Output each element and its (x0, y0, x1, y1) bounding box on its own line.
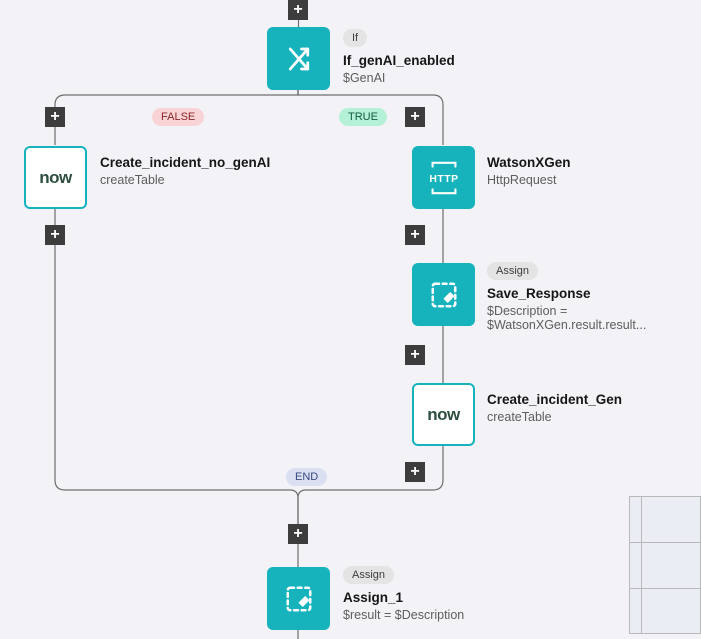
if-node-tag: If (343, 29, 367, 47)
assign-icon (412, 263, 475, 326)
servicenow-icon: now (24, 146, 87, 209)
http-icon: HTTP (412, 146, 475, 209)
add-node-after-watson[interactable]: + (405, 225, 425, 245)
create-incident-gen-info: Create_incident_Gen createTable (487, 390, 622, 424)
watsonxgen-title: WatsonXGen (487, 155, 571, 170)
false-label: FALSE (152, 108, 204, 126)
svg-text:HTTP: HTTP (429, 173, 458, 184)
save-response-title: Save_Response (487, 286, 701, 301)
save-response-node[interactable] (412, 263, 475, 326)
save-response-tag: Assign (487, 262, 538, 280)
create-incident-gen-node[interactable]: now (412, 383, 475, 446)
add-node-top[interactable]: + (288, 0, 308, 20)
if-node[interactable] (267, 27, 330, 90)
save-response-sub: $Description = $WatsonXGen.result.result… (487, 304, 701, 332)
branch-icon (267, 27, 330, 90)
minimap[interactable] (629, 496, 701, 634)
watsonxgen-node[interactable]: HTTP (412, 146, 475, 209)
true-label: TRUE (339, 108, 387, 126)
if-node-sub: $GenAI (343, 71, 455, 85)
add-node-after-merge[interactable]: + (288, 524, 308, 544)
assign-icon (267, 567, 330, 630)
if-node-info: If If_genAI_enabled $GenAI (343, 29, 455, 85)
add-node-after-gen[interactable]: + (405, 462, 425, 482)
assign-1-sub: $result = $Description (343, 608, 464, 622)
add-node-false-branch[interactable]: + (45, 107, 65, 127)
assign-1-title: Assign_1 (343, 590, 464, 605)
create-incident-no-genai-title: Create_incident_no_genAI (100, 155, 270, 170)
assign-1-info: Assign Assign_1 $result = $Description (343, 566, 464, 622)
if-node-title: If_genAI_enabled (343, 53, 455, 68)
servicenow-icon: now (412, 383, 475, 446)
watsonxgen-info: WatsonXGen HttpRequest (487, 153, 571, 187)
create-incident-no-genai-info: Create_incident_no_genAI createTable (100, 153, 270, 187)
add-node-after-false[interactable]: + (45, 225, 65, 245)
create-incident-gen-sub: createTable (487, 410, 622, 424)
end-label: END (286, 468, 327, 486)
add-node-after-save[interactable]: + (405, 345, 425, 365)
assign-1-node[interactable] (267, 567, 330, 630)
assign-1-tag: Assign (343, 566, 394, 584)
create-incident-gen-title: Create_incident_Gen (487, 392, 622, 407)
add-node-true-branch[interactable]: + (405, 107, 425, 127)
create-incident-no-genai[interactable]: now (24, 146, 87, 209)
watsonxgen-sub: HttpRequest (487, 173, 571, 187)
create-incident-no-genai-sub: createTable (100, 173, 270, 187)
save-response-info: Assign Save_Response $Description = $Wat… (487, 262, 701, 332)
